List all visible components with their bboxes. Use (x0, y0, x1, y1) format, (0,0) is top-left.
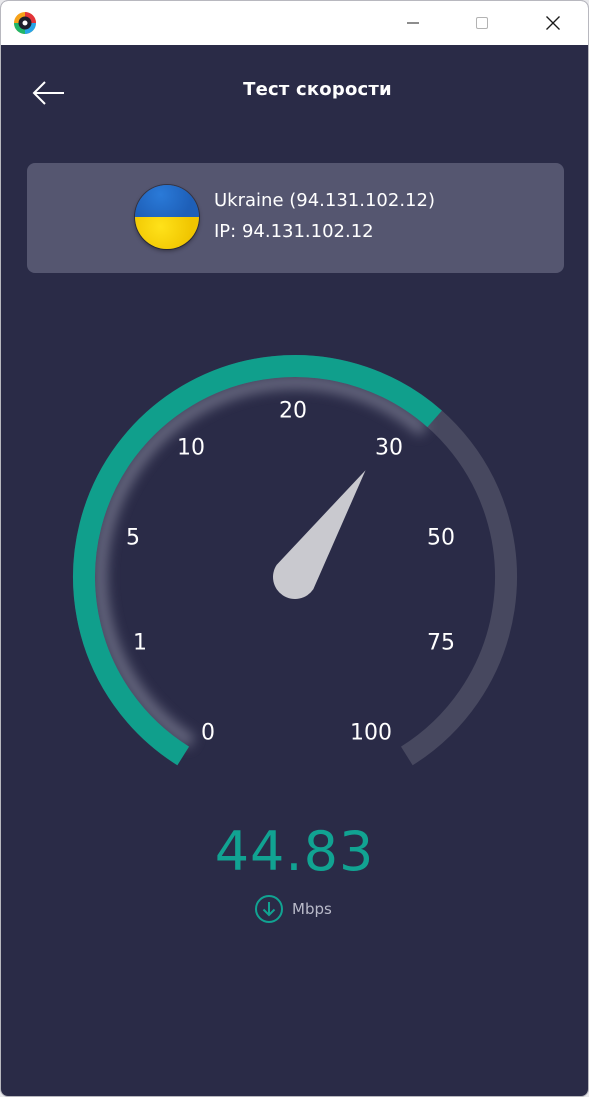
gauge-tick-label: 1 (133, 630, 147, 656)
gauge-tick-label: 100 (350, 720, 392, 746)
speed-unit-label: Mbps (292, 900, 332, 918)
speed-value: 44.83 (214, 820, 375, 883)
maximize-icon (476, 17, 488, 29)
speed-gauge (73, 355, 517, 766)
gauge-tick-label: 50 (427, 525, 455, 551)
gauge-needle (273, 470, 366, 599)
gauge-tick-label: 10 (177, 435, 205, 461)
gauge-tick-label: 5 (126, 525, 140, 551)
gauge-tick-label: 30 (375, 435, 403, 461)
maximize-button[interactable] (454, 1, 510, 45)
gauge-tick-label: 75 (427, 630, 455, 656)
gauge-tick-label: 0 (201, 720, 215, 746)
title-bar (1, 1, 588, 45)
speed-test-screen: Тест скорости Ukraine (94.131.102.12) IP… (1, 45, 588, 1096)
app-logo-icon (13, 11, 37, 35)
close-button[interactable] (525, 1, 581, 45)
minimize-icon (407, 22, 419, 24)
close-icon (546, 16, 560, 30)
minimize-button[interactable] (385, 1, 441, 45)
gauge-tick-label: 20 (279, 398, 307, 424)
app-window: Тест скорости Ukraine (94.131.102.12) IP… (0, 0, 589, 1097)
download-arrow-icon (255, 895, 283, 923)
speed-unit: Mbps (254, 894, 332, 924)
